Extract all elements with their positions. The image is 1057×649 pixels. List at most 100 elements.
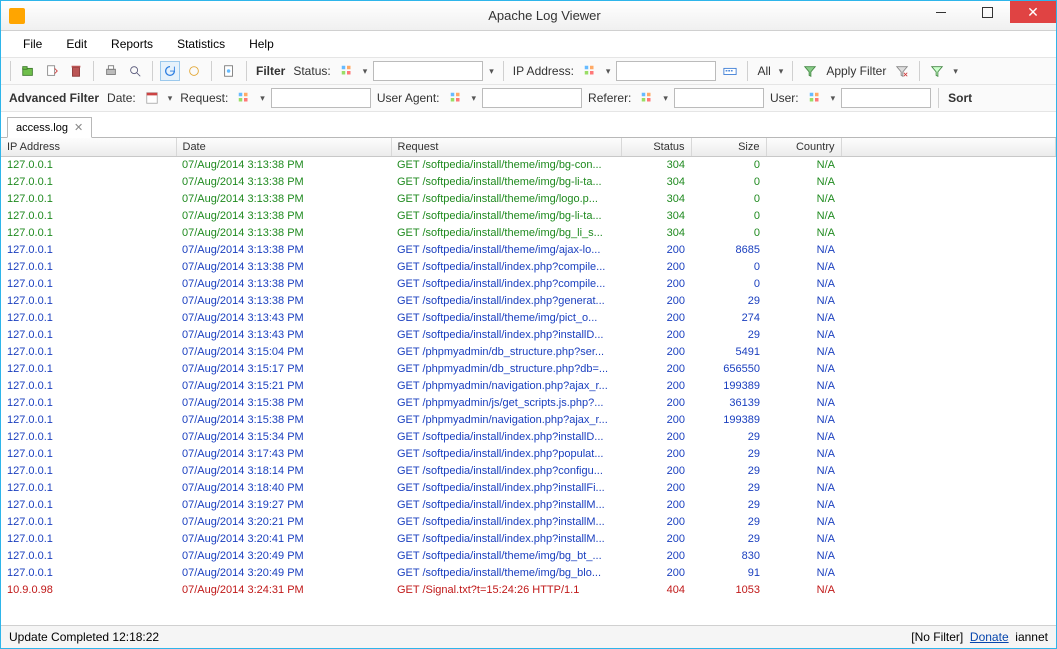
referer-grid-icon[interactable] — [637, 88, 657, 108]
table-row[interactable]: 127.0.0.107/Aug/2014 3:13:38 PMGET /soft… — [1, 242, 1056, 259]
request-grid-icon[interactable] — [234, 88, 254, 108]
advanced-filter-label: Advanced Filter — [7, 91, 101, 105]
request-input[interactable] — [271, 88, 371, 108]
maximize-button[interactable] — [964, 1, 1010, 23]
col-size[interactable]: Size — [691, 138, 766, 157]
print-icon[interactable] — [101, 61, 121, 81]
minimize-button[interactable] — [918, 1, 964, 23]
brand-label: iannet — [1015, 630, 1048, 644]
user-label: User: — [768, 91, 801, 105]
table-row[interactable]: 127.0.0.107/Aug/2014 3:13:43 PMGET /soft… — [1, 327, 1056, 344]
ua-grid-icon[interactable] — [446, 88, 466, 108]
ip-input[interactable] — [616, 61, 716, 81]
clear-filter-icon[interactable] — [892, 61, 912, 81]
table-row[interactable]: 127.0.0.107/Aug/2014 3:13:43 PMGET /soft… — [1, 310, 1056, 327]
filter-menu-dropdown[interactable]: ▾ — [951, 66, 960, 77]
advanced-filter-bar: Advanced Filter Date: ▾ Request: ▾ User … — [1, 85, 1056, 112]
sort-label[interactable]: Sort — [946, 91, 974, 105]
donate-link[interactable]: Donate — [970, 630, 1009, 644]
delete-icon[interactable] — [66, 61, 86, 81]
request-mode-dropdown[interactable]: ▾ — [258, 93, 267, 104]
menu-edit[interactable]: Edit — [56, 35, 97, 53]
table-row[interactable]: 127.0.0.107/Aug/2014 3:17:43 PMGET /soft… — [1, 446, 1056, 463]
table-row[interactable]: 127.0.0.107/Aug/2014 3:20:49 PMGET /soft… — [1, 548, 1056, 565]
apply-filter-icon[interactable] — [800, 61, 820, 81]
referer-label: Referer: — [586, 91, 633, 105]
all-dropdown[interactable]: ▾ — [777, 66, 786, 77]
tab-strip: access.log ✕ — [1, 112, 1056, 138]
keyboard-icon[interactable] — [720, 61, 740, 81]
status-text: Update Completed 12:18:22 — [9, 630, 159, 644]
status-value-dropdown[interactable]: ▾ — [487, 66, 496, 77]
window-title: Apache Log Viewer — [33, 8, 1056, 23]
filter-status: [No Filter] — [911, 630, 963, 644]
table-row[interactable]: 127.0.0.107/Aug/2014 3:13:38 PMGET /soft… — [1, 225, 1056, 242]
menu-statistics[interactable]: Statistics — [167, 35, 235, 53]
user-input[interactable] — [841, 88, 931, 108]
table-row[interactable]: 127.0.0.107/Aug/2014 3:15:17 PMGET /phpm… — [1, 361, 1056, 378]
export-icon[interactable] — [42, 61, 62, 81]
settings-icon[interactable] — [219, 61, 239, 81]
col-status[interactable]: Status — [621, 138, 691, 157]
col-country[interactable]: Country — [766, 138, 841, 157]
table-row[interactable]: 127.0.0.107/Aug/2014 3:13:38 PMGET /soft… — [1, 157, 1056, 174]
apply-filter-label[interactable]: Apply Filter — [824, 64, 888, 78]
status-grid-icon[interactable] — [337, 61, 357, 81]
status-dropdown[interactable]: ▾ — [361, 66, 370, 77]
table-row[interactable]: 127.0.0.107/Aug/2014 3:15:04 PMGET /phpm… — [1, 344, 1056, 361]
table-row[interactable]: 127.0.0.107/Aug/2014 3:20:49 PMGET /soft… — [1, 565, 1056, 582]
filter-menu-icon[interactable] — [927, 61, 947, 81]
col-request[interactable]: Request — [391, 138, 621, 157]
open-icon[interactable] — [18, 61, 38, 81]
table-row[interactable]: 127.0.0.107/Aug/2014 3:18:14 PMGET /soft… — [1, 463, 1056, 480]
ua-mode-dropdown[interactable]: ▾ — [470, 93, 479, 104]
table-row[interactable]: 127.0.0.107/Aug/2014 3:15:34 PMGET /soft… — [1, 429, 1056, 446]
filter-label: Filter — [254, 64, 287, 78]
col-ip-address[interactable]: IP Address — [1, 138, 176, 157]
ip-grid-icon[interactable] — [580, 61, 600, 81]
request-label: Request: — [178, 91, 230, 105]
app-icon — [9, 8, 25, 24]
tab-close-icon[interactable]: ✕ — [74, 121, 83, 134]
tab-access-log[interactable]: access.log ✕ — [7, 117, 92, 138]
col-date[interactable]: Date — [176, 138, 391, 157]
table-row[interactable]: 127.0.0.107/Aug/2014 3:13:38 PMGET /soft… — [1, 276, 1056, 293]
ip-label: IP Address: — [511, 64, 576, 78]
table-row[interactable]: 127.0.0.107/Aug/2014 3:13:38 PMGET /soft… — [1, 293, 1056, 310]
titlebar: Apache Log Viewer ✕ — [1, 1, 1056, 31]
table-row[interactable]: 10.9.0.9807/Aug/2014 3:24:31 PMGET /Sign… — [1, 582, 1056, 599]
date-grid-icon[interactable] — [142, 88, 162, 108]
ua-input[interactable] — [482, 88, 582, 108]
date-dropdown[interactable]: ▾ — [166, 93, 175, 104]
referer-mode-dropdown[interactable]: ▾ — [661, 93, 670, 104]
table-row[interactable]: 127.0.0.107/Aug/2014 3:15:38 PMGET /phpm… — [1, 412, 1056, 429]
statusbar: Update Completed 12:18:22 [No Filter] Do… — [1, 625, 1056, 648]
referer-input[interactable] — [674, 88, 764, 108]
auto-refresh-icon[interactable] — [184, 61, 204, 81]
close-button[interactable]: ✕ — [1010, 1, 1056, 23]
table-row[interactable]: 127.0.0.107/Aug/2014 3:20:41 PMGET /soft… — [1, 531, 1056, 548]
ip-mode-dropdown[interactable]: ▾ — [604, 66, 613, 77]
toolbar: Filter Status: ▾ ▾ IP Address: ▾ All ▾ A… — [1, 57, 1056, 85]
tab-label: access.log — [16, 122, 68, 134]
user-grid-icon[interactable] — [805, 88, 825, 108]
menu-file[interactable]: File — [13, 35, 52, 53]
table-row[interactable]: 127.0.0.107/Aug/2014 3:13:38 PMGET /soft… — [1, 259, 1056, 276]
menu-reports[interactable]: Reports — [101, 35, 163, 53]
table-row[interactable]: 127.0.0.107/Aug/2014 3:13:38 PMGET /soft… — [1, 174, 1056, 191]
ua-label: User Agent: — [375, 91, 442, 105]
table-row[interactable]: 127.0.0.107/Aug/2014 3:13:38 PMGET /soft… — [1, 208, 1056, 225]
table-row[interactable]: 127.0.0.107/Aug/2014 3:15:38 PMGET /phpm… — [1, 395, 1056, 412]
table-row[interactable]: 127.0.0.107/Aug/2014 3:20:21 PMGET /soft… — [1, 514, 1056, 531]
refresh-icon[interactable] — [160, 61, 180, 81]
menu-help[interactable]: Help — [239, 35, 284, 53]
table-row[interactable]: 127.0.0.107/Aug/2014 3:18:40 PMGET /soft… — [1, 480, 1056, 497]
status-input[interactable] — [373, 61, 483, 81]
user-mode-dropdown[interactable]: ▾ — [829, 93, 838, 104]
log-grid[interactable]: IP AddressDateRequestStatusSizeCountry 1… — [1, 138, 1056, 625]
find-icon[interactable] — [125, 61, 145, 81]
table-row[interactable]: 127.0.0.107/Aug/2014 3:19:27 PMGET /soft… — [1, 497, 1056, 514]
table-row[interactable]: 127.0.0.107/Aug/2014 3:13:38 PMGET /soft… — [1, 191, 1056, 208]
all-label[interactable]: All — [755, 64, 772, 78]
table-row[interactable]: 127.0.0.107/Aug/2014 3:15:21 PMGET /phpm… — [1, 378, 1056, 395]
